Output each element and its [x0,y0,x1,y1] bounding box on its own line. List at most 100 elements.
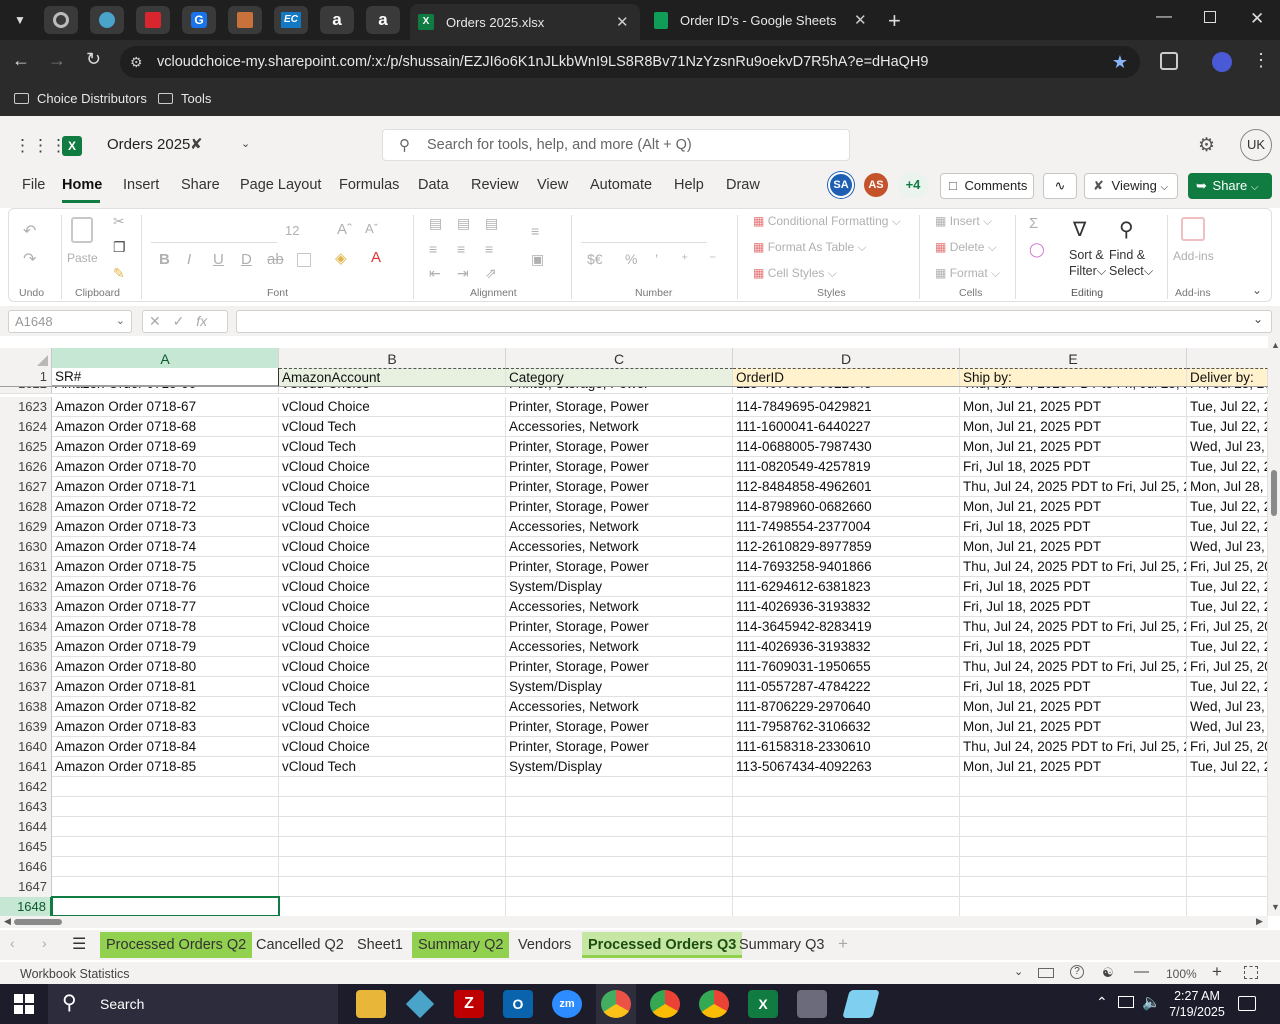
cell[interactable]: Amazon Order 0718-80 [52,657,279,677]
cell[interactable]: Amazon Order 0718-75 [52,557,279,577]
increase-decimal-icon[interactable]: ⁺ [681,251,688,268]
pinned-tab-red-icon[interactable] [136,6,170,34]
help-icon[interactable]: ? [1070,965,1084,979]
cell[interactable] [733,857,960,877]
cell[interactable]: Amazon Order 0718-78 [52,617,279,637]
cell[interactable]: Amazon Order 0718-84 [52,737,279,757]
cell[interactable]: vCloud Tech [279,757,506,777]
site-info-icon[interactable]: ⚙ [130,46,143,78]
cell[interactable] [52,837,279,857]
zoom-in-icon[interactable]: + [1212,962,1222,982]
row-number[interactable]: 1646 [0,857,52,877]
cell[interactable]: vCloud Choice [279,737,506,757]
forward-icon[interactable]: → [48,50,66,71]
menu-insert[interactable]: Insert [123,177,159,193]
menu-draw[interactable]: Draw [726,177,760,193]
outlook-icon[interactable]: O [503,990,533,1018]
cut-icon[interactable]: ✂ [113,213,125,230]
selected-cell-outline[interactable] [51,896,280,916]
cell[interactable]: 111-4026936-3193832 [733,597,960,617]
currency-icon[interactable]: $€ [587,251,603,267]
cell[interactable]: vCloud Choice [279,657,506,677]
cell[interactable]: Accessories, Network [506,697,733,717]
calculator-icon[interactable] [797,990,827,1018]
cell[interactable]: Printer, Storage, Power [506,477,733,497]
find-select-button[interactable]: Find & Select⌵ [1109,247,1153,279]
cell[interactable] [1187,777,1268,797]
share-button[interactable]: ➥ Share ⌵ [1188,173,1272,199]
zoom-level[interactable]: 100% [1166,967,1197,981]
cell[interactable]: Wed, Jul 23, 2 [1187,437,1268,457]
cell[interactable]: Tue, Jul 22, 2 [1187,497,1268,517]
cell[interactable]: Thu, Jul 24, 2025 PDT to Fri, Jul 25, 20 [960,737,1187,757]
row-number[interactable]: 1623 [0,397,52,417]
cell[interactable]: 114-7849695-0429821 [733,397,960,417]
scroll-left-icon[interactable]: ◀ [4,916,11,927]
orientation-icon[interactable]: ⇗ [485,265,497,282]
cell[interactable]: Accessories, Network [506,597,733,617]
tray-chevron-icon[interactable]: ⌃ [1096,994,1108,1011]
cell[interactable]: System/Display [506,577,733,597]
sheet-tab[interactable]: Vendors [512,932,577,958]
align-right-icon[interactable]: ≡ [485,241,493,257]
cell[interactable]: Mon, Jul 21, 2025 PDT [960,717,1187,737]
pinned-tab-g-icon[interactable]: G [182,6,216,34]
find-search-icon[interactable]: ⚲ [1119,217,1134,242]
row-number[interactable]: 1648 [0,897,52,916]
cell[interactable]: vCloud Choice [279,597,506,617]
tab-close-icon[interactable]: ✕ [616,13,629,31]
search-box[interactable]: ⚲ Search for tools, help, and more (Alt … [382,129,850,161]
confirm-check-icon[interactable]: ✓ [173,313,185,329]
cell[interactable]: Tue, Jul 22, 2 [1187,397,1268,417]
cell[interactable]: Wed, Jul 23, 2 [1187,537,1268,557]
cell[interactable] [279,817,506,837]
cell[interactable]: Amazon Order 0718-69 [52,437,279,457]
row-number[interactable]: 1642 [0,777,52,797]
cell[interactable]: Tue, Jul 22, 2 [1187,517,1268,537]
cell[interactable]: Printer, Storage, Power [506,437,733,457]
cell[interactable]: 114-0688005-7987430 [733,437,960,457]
column-header-a[interactable]: A [52,348,279,370]
sheet-tab[interactable]: Summary Q3 [733,932,830,958]
cell[interactable]: 111-6158318-2330610 [733,737,960,757]
scrollbar-thumb[interactable] [1271,470,1277,516]
bookmark-folder[interactable]: Choice Distributors [14,91,147,106]
menu-help[interactable]: Help [674,177,704,193]
cell[interactable]: Fri, Jul 18, 2025 PDT [960,637,1187,657]
cell[interactable]: Wed, Jul 23, 2 [1187,697,1268,717]
cell[interactable] [52,797,279,817]
format-painter-icon[interactable]: ✎ [113,265,125,282]
viewing-mode-button[interactable]: ✘ Viewing ⌵ [1084,173,1178,199]
cell[interactable] [1187,817,1268,837]
cell[interactable]: Amazon Order 0718-68 [52,417,279,437]
zoom-app-icon[interactable]: zm [552,990,582,1018]
cell[interactable]: Printer, Storage, Power [506,657,733,677]
cell[interactable]: Printer, Storage, Power [506,717,733,737]
cell[interactable] [506,817,733,837]
cell[interactable]: Fri, Jul 25, 20 [1187,737,1268,757]
row-number[interactable]: 1640 [0,737,52,757]
extensions-icon[interactable] [1160,52,1178,70]
collaborator-avatar[interactable]: AS [864,173,888,197]
filezilla-icon[interactable]: Z [454,990,484,1018]
accessibility-icon[interactable]: ☯ [1102,965,1114,981]
cell[interactable] [279,877,506,897]
cell[interactable]: Tue, Jul 22, 2 [1187,757,1268,777]
cell[interactable]: Fri, Jul 25, 20 [1187,617,1268,637]
cell[interactable] [279,837,506,857]
row-number[interactable]: 1626 [0,457,52,477]
column-header-e[interactable]: E [960,348,1187,370]
app-launcher-icon[interactable]: ⋮⋮⋮ [14,136,68,156]
cell[interactable] [279,777,506,797]
scrollbar-thumb[interactable] [14,919,62,925]
italic-icon[interactable]: I [187,251,191,268]
cell[interactable]: Accessories, Network [506,537,733,557]
cell[interactable] [960,777,1187,797]
copy-icon[interactable]: ❐ [113,239,126,256]
cell[interactable]: vCloud Choice [279,397,506,417]
increase-indent-icon[interactable]: ⇥ [457,265,469,282]
cell[interactable]: Amazon Order 0718-73 [52,517,279,537]
bold-icon[interactable]: B [159,251,170,268]
profile-avatar[interactable] [1212,52,1232,72]
comma-style-icon[interactable]: ’ [655,251,658,267]
